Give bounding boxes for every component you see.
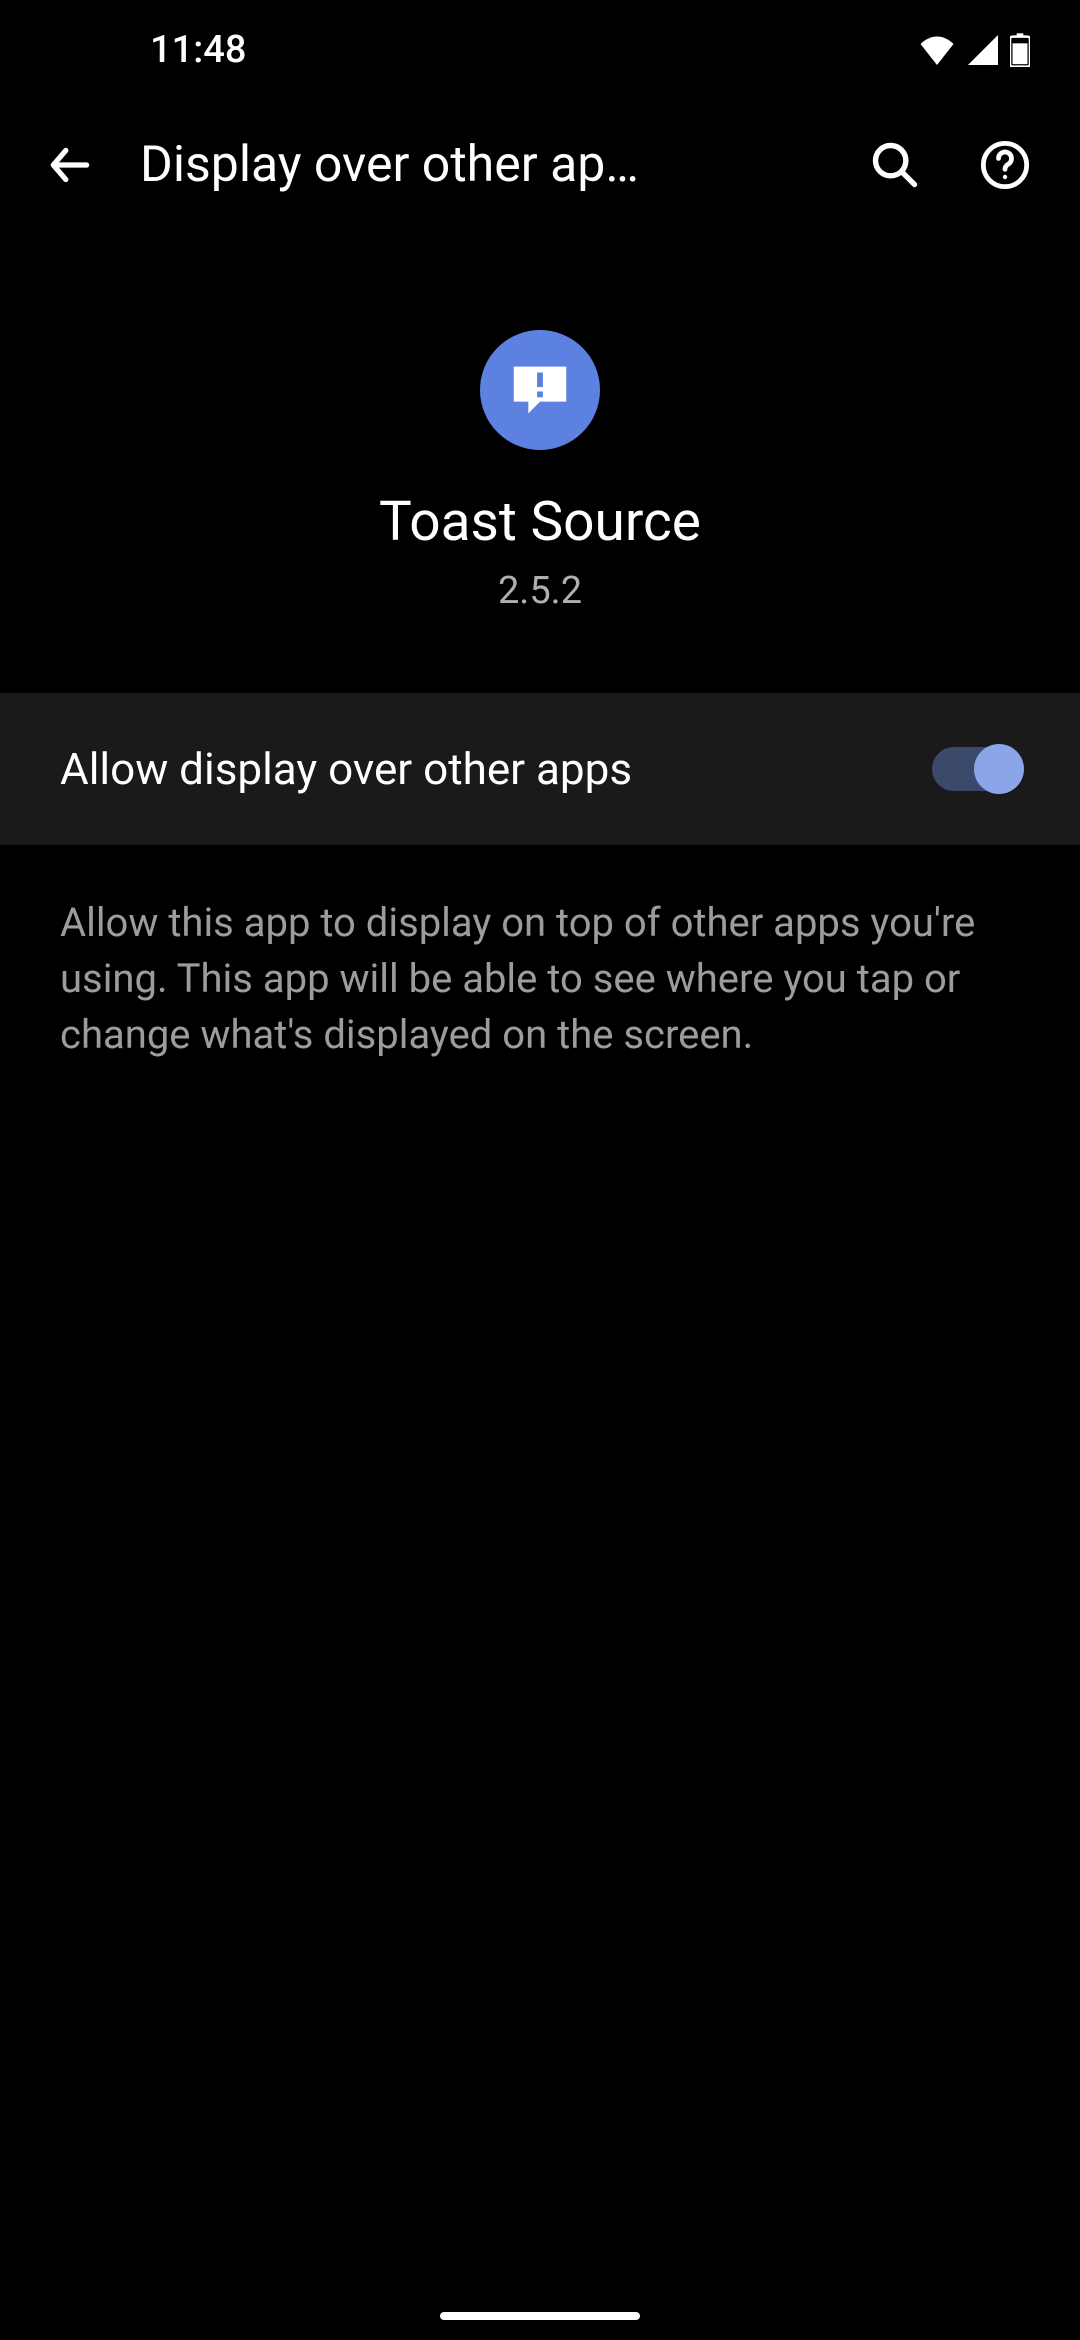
back-button[interactable]	[40, 135, 100, 195]
nav-handle[interactable]	[440, 2312, 640, 2320]
app-version: 2.5.2	[498, 569, 582, 613]
status-time: 11:48	[150, 28, 246, 72]
arrow-left-icon	[45, 140, 95, 190]
cellular-icon	[968, 35, 998, 65]
search-icon	[869, 139, 921, 191]
app-icon	[480, 330, 600, 450]
help-button[interactable]	[970, 130, 1040, 200]
wifi-icon	[918, 35, 956, 65]
search-button[interactable]	[860, 130, 930, 200]
setting-row-allow-overlay[interactable]: Allow display over other apps	[0, 693, 1080, 845]
help-icon	[979, 139, 1031, 191]
app-bar: Display over other ap…	[0, 100, 1080, 230]
overlay-toggle[interactable]	[932, 747, 1020, 791]
status-icons	[918, 33, 1030, 67]
app-header: Toast Source 2.5.2	[0, 230, 1080, 673]
toast-bubble-icon	[505, 355, 575, 425]
setting-label: Allow display over other apps	[60, 743, 632, 795]
status-bar: 11:48	[0, 0, 1080, 100]
page-title: Display over other ap…	[140, 136, 820, 194]
setting-description: Allow this app to display on top of othe…	[0, 845, 1080, 1113]
app-name: Toast Source	[379, 490, 701, 554]
battery-icon	[1010, 33, 1030, 67]
